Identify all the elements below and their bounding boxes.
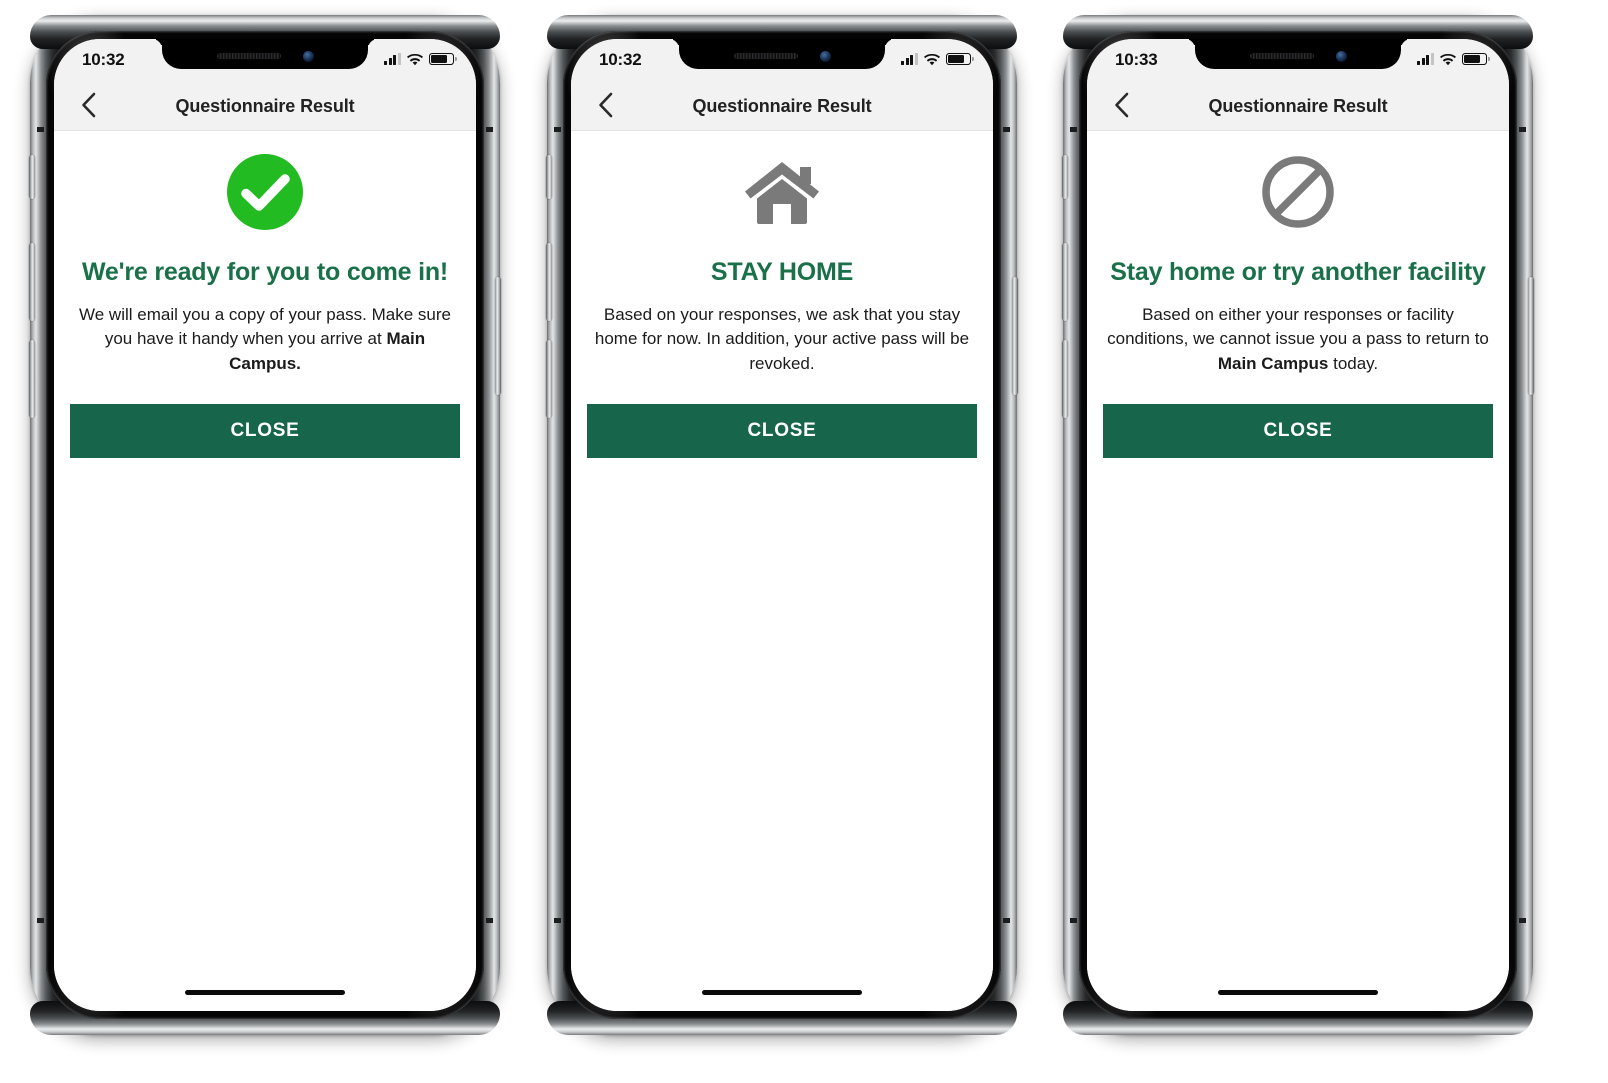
chevron-left-icon <box>1114 92 1129 123</box>
status-icons <box>901 53 974 66</box>
home-indicator[interactable] <box>1218 990 1378 995</box>
power-button[interactable] <box>1012 277 1018 395</box>
page-title: Questionnaire Result <box>692 96 872 116</box>
back-button[interactable] <box>66 83 110 131</box>
chevron-left-icon <box>81 92 96 123</box>
chevron-left-icon <box>598 92 613 123</box>
status-time: 10:33 <box>1115 50 1158 69</box>
prohibited-icon <box>1259 153 1337 236</box>
status-time: 10:32 <box>82 50 125 69</box>
power-button[interactable] <box>1528 277 1534 395</box>
home-indicator[interactable] <box>702 990 862 995</box>
antenna-line-bottom-left <box>1070 918 1077 923</box>
status-icons <box>384 53 457 66</box>
front-camera-icon <box>302 50 314 62</box>
close-button[interactable]: CLOSE <box>70 404 460 459</box>
antenna-line-bottom-left <box>554 918 561 923</box>
volume-down-button[interactable] <box>546 340 552 418</box>
page-title: Questionnaire Result <box>175 96 355 116</box>
phone-screen: 10:32 <box>571 39 993 1011</box>
home-indicator[interactable] <box>185 990 345 995</box>
status-time: 10:32 <box>599 50 642 69</box>
cellular-signal-icon <box>901 53 918 65</box>
back-button[interactable] <box>1099 83 1143 131</box>
wifi-icon <box>924 53 940 66</box>
antenna-line-bottom-right <box>486 918 493 923</box>
antenna-line-top-right <box>1519 127 1526 132</box>
house-icon <box>741 156 823 233</box>
earpiece-speaker-icon <box>1249 53 1314 59</box>
front-camera-icon <box>1335 50 1347 62</box>
result-content: Stay home or try another facility Based … <box>1087 131 1509 1011</box>
result-content: We're ready for you to come in! We will … <box>54 131 476 1011</box>
navigation-bar: Questionnaire Result <box>54 83 476 131</box>
phone-mockup-denied: 10:33 Questionnaire Result Stay home or … <box>1062 15 1534 1035</box>
notch <box>1195 39 1401 69</box>
result-body-text: Based on your responses, we ask that you… <box>594 304 970 374</box>
antenna-line-top-right <box>486 127 493 132</box>
result-title: Stay home or try another facility <box>1110 258 1486 286</box>
check-circle-icon <box>227 153 303 235</box>
result-icon-slot <box>587 131 977 257</box>
volume-down-button[interactable] <box>29 340 35 418</box>
close-button[interactable]: CLOSE <box>1103 404 1493 459</box>
back-button[interactable] <box>583 83 627 131</box>
result-content: STAY HOME Based on your responses, we as… <box>571 131 993 1011</box>
phone-screen: 10:33 Questionnaire Result Stay home or … <box>1087 39 1509 1011</box>
navigation-bar: Questionnaire Result <box>571 83 993 131</box>
mute-switch-button[interactable] <box>1062 155 1068 199</box>
result-body-highlight: Main Campus <box>1217 354 1329 374</box>
wifi-icon <box>407 53 423 66</box>
phone-mockup-success: 10:32 Questionnaire Result We're ready f… <box>29 15 501 1035</box>
phone-screen: 10:32 <box>54 39 476 1011</box>
antenna-line-top-left <box>37 127 44 132</box>
result-title: STAY HOME <box>710 258 854 286</box>
screenshot-stage: 10:32 Questionnaire Result We're ready f… <box>0 0 1608 1083</box>
result-body-tail: today. <box>1328 354 1379 374</box>
volume-up-button[interactable] <box>546 243 552 321</box>
antenna-line-bottom-right <box>1519 918 1526 923</box>
volume-down-button[interactable] <box>1062 340 1068 418</box>
result-icon-slot <box>70 131 460 257</box>
antenna-line-top-left <box>554 127 561 132</box>
antenna-line-top-left <box>1070 127 1077 132</box>
mute-switch-button[interactable] <box>546 155 552 199</box>
wifi-icon <box>1440 53 1456 66</box>
earpiece-speaker-icon <box>216 53 281 59</box>
status-icons <box>1417 53 1490 66</box>
cellular-signal-icon <box>1417 53 1434 65</box>
navigation-bar: Questionnaire Result <box>1087 83 1509 131</box>
result-icon-slot <box>1103 131 1493 257</box>
cellular-signal-icon <box>384 53 401 65</box>
battery-icon <box>946 53 974 65</box>
result-body-text: Based on either your responses or facili… <box>1107 304 1489 349</box>
earpiece-speaker-icon <box>733 53 798 59</box>
result-body: We will email you a copy of your pass. M… <box>70 303 460 378</box>
front-camera-icon <box>819 50 831 62</box>
antenna-line-bottom-left <box>37 918 44 923</box>
antenna-line-top-right <box>1003 127 1010 132</box>
mute-switch-button[interactable] <box>29 155 35 199</box>
phone-mockup-stay-home: 10:32 Questionnaire Result STAY HOME Bas… <box>546 15 1018 1035</box>
volume-up-button[interactable] <box>1062 243 1068 321</box>
notch <box>162 39 368 69</box>
result-title: We're ready for you to come in! <box>81 258 449 286</box>
page-title: Questionnaire Result <box>1208 96 1388 116</box>
volume-up-button[interactable] <box>29 243 35 321</box>
battery-icon <box>1462 53 1490 65</box>
result-body: Based on either your responses or facili… <box>1103 303 1493 378</box>
power-button[interactable] <box>495 277 501 395</box>
antenna-line-bottom-right <box>1003 918 1010 923</box>
battery-icon <box>429 53 457 65</box>
close-button[interactable]: CLOSE <box>587 404 977 459</box>
notch <box>679 39 885 69</box>
result-body: Based on your responses, we ask that you… <box>587 303 977 378</box>
